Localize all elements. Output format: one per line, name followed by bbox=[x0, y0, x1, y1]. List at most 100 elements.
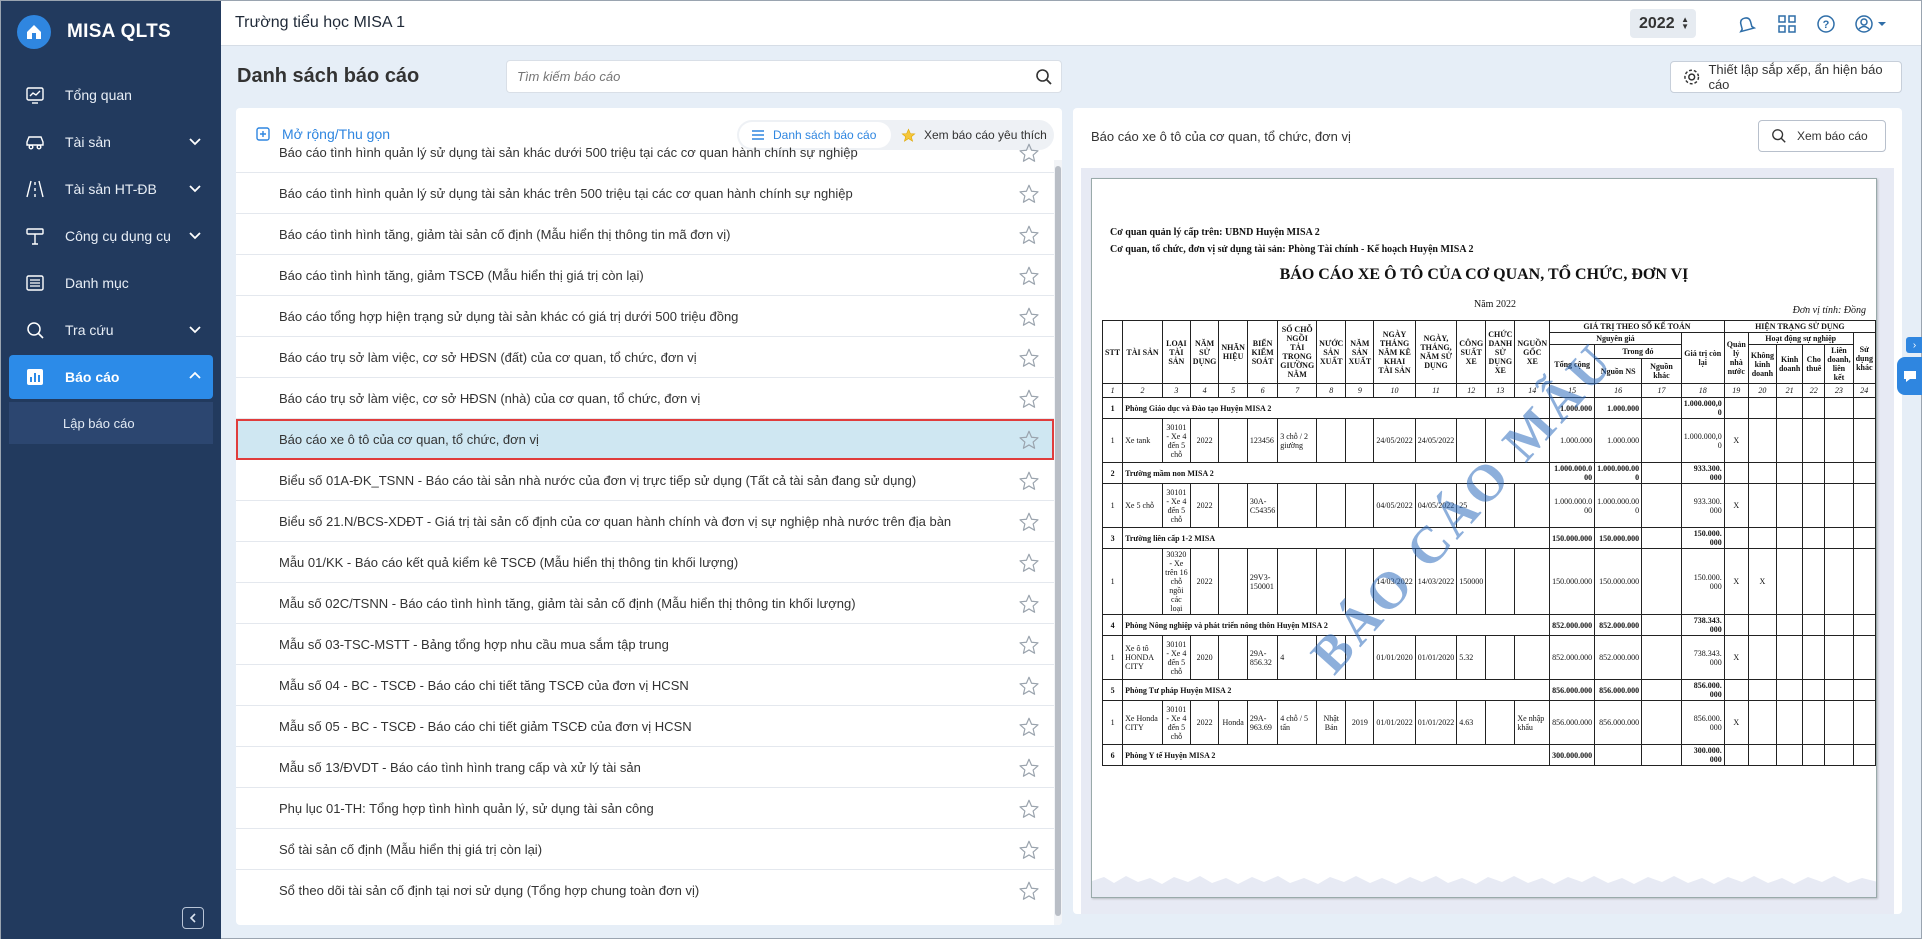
year-selector[interactable]: 2022 ▲ ▼ bbox=[1630, 9, 1696, 38]
sidebar-item-1[interactable]: Tài sản bbox=[9, 120, 213, 164]
side-expand-arrow-icon[interactable]: › bbox=[1906, 337, 1922, 353]
cell-gtcl: 933.300. 000 bbox=[1680, 483, 1725, 528]
col-ngay-sd: NGÀY, THÁNG, NĂM SỬ DỤNG bbox=[1414, 320, 1458, 384]
sidebar-subitem-lap-bao-cao[interactable]: Lập báo cáo bbox=[9, 402, 213, 444]
user-account-icon[interactable] bbox=[1854, 13, 1890, 35]
report-list-item[interactable]: Mẫu số 03-TSC-MSTT - Bảng tổng hợp nhu c… bbox=[236, 624, 1054, 665]
favorite-star-icon[interactable] bbox=[1018, 142, 1040, 167]
search-box[interactable] bbox=[506, 60, 1062, 93]
report-list-item[interactable]: Mẫu số 13/ĐVDT - Báo cáo tình hình trang… bbox=[236, 747, 1054, 788]
favorite-star-icon[interactable] bbox=[1018, 265, 1040, 290]
report-list-item[interactable]: Báo cáo trụ sở làm việc, cơ sở HĐSN (đất… bbox=[236, 337, 1054, 378]
report-list-item[interactable]: Mẫu số 02C/TSNN - Báo cáo tình hình tăng… bbox=[236, 583, 1054, 624]
report-list-item[interactable]: Báo cáo trụ sở làm việc, cơ sở HĐSN (nhà… bbox=[236, 378, 1054, 419]
school-name[interactable]: Trường tiểu học MISA 1 bbox=[235, 14, 405, 32]
cell-no: 1 bbox=[1101, 548, 1124, 615]
report-year: Năm 2022 bbox=[1474, 299, 1516, 310]
report-list-item[interactable]: Mẫu số 04 - BC - TSCĐ - Báo cáo chi tiết… bbox=[236, 665, 1054, 706]
col-loai: LOẠI TÀI SẢN bbox=[1161, 320, 1191, 384]
group-name: Phòng Giáo dục và Đào tạo Huyện MISA 2 bbox=[1122, 397, 1551, 419]
report-list-item[interactable]: Mẫu 01/KK - Báo cáo kết quả kiểm kê TSCĐ… bbox=[236, 542, 1054, 583]
group-name: Phòng Y tế Huyện MISA 2 bbox=[1122, 744, 1551, 766]
assistant-chat-icon[interactable] bbox=[1897, 357, 1922, 395]
favorite-star-icon[interactable] bbox=[1018, 306, 1040, 331]
favorite-star-icon[interactable] bbox=[1018, 716, 1040, 741]
report-list-item[interactable]: Báo cáo xe ô tô của cơ quan, tổ chức, đơ… bbox=[236, 419, 1054, 460]
report-list-item[interactable]: Báo cáo tình hình quản lý sử dụng tài sả… bbox=[236, 132, 1054, 173]
table-cell bbox=[1802, 483, 1826, 528]
group-other bbox=[1641, 462, 1682, 484]
report-list-item[interactable]: Sổ theo dõi tài sản cố định tại nơi sử d… bbox=[236, 870, 1054, 902]
sidebar-item-3[interactable]: Công cụ dụng cụ bbox=[9, 214, 213, 258]
favorite-star-icon[interactable] bbox=[1018, 347, 1040, 372]
report-list-item[interactable]: Báo cáo tổng hợp hiện trạng sử dụng tài … bbox=[236, 296, 1054, 337]
chevron-down-icon[interactable] bbox=[189, 181, 201, 197]
favorite-star-icon[interactable] bbox=[1018, 224, 1040, 249]
sidebar-item-4[interactable]: Danh mục bbox=[9, 261, 213, 305]
favorite-star-icon[interactable] bbox=[1018, 757, 1040, 782]
search-icon bbox=[23, 318, 47, 342]
report-list-scrollbar[interactable] bbox=[1054, 160, 1062, 925]
favorite-star-icon[interactable] bbox=[1018, 798, 1040, 823]
search-input[interactable] bbox=[507, 61, 1007, 92]
cell-gtcl: 1.000.000,0 0 bbox=[1680, 418, 1725, 463]
cell-name: Xe ô tô HONDA CITY bbox=[1122, 635, 1163, 680]
cell-power: 150000 bbox=[1456, 548, 1487, 615]
favorite-star-icon[interactable] bbox=[1018, 675, 1040, 700]
collapse-sidebar-button[interactable] bbox=[182, 907, 204, 929]
report-list-item[interactable]: Biểu số 21.N/BCS-XDĐT - Giá trị tài sản … bbox=[236, 501, 1054, 542]
cell-origin bbox=[1514, 483, 1551, 528]
col-nam-sd: NĂM SỬ DỤNG bbox=[1189, 320, 1220, 384]
app-grid-icon[interactable] bbox=[1776, 13, 1798, 35]
col-nhan-hieu: NHÃN HIỆU bbox=[1218, 320, 1248, 384]
report-list-item[interactable]: Báo cáo tình hình tăng, giảm TSCĐ (Mẫu h… bbox=[236, 255, 1054, 296]
favorite-star-icon[interactable] bbox=[1018, 429, 1040, 454]
favorite-star-icon[interactable] bbox=[1018, 511, 1040, 536]
favorite-star-icon[interactable] bbox=[1018, 880, 1040, 902]
report-name: Báo cáo xe ô tô của cơ quan, tổ chức, đơ… bbox=[279, 431, 539, 447]
favorite-star-icon[interactable] bbox=[1018, 183, 1040, 208]
cell-country: Nhật Bản bbox=[1316, 700, 1347, 745]
report-list-item[interactable]: Báo cáo tình hình tăng, giảm tài sản cố … bbox=[236, 214, 1054, 255]
sidebar-item-6[interactable]: Báo cáo bbox=[9, 355, 213, 399]
help-icon[interactable]: ? bbox=[1815, 13, 1837, 35]
chevron-down-icon[interactable] bbox=[189, 228, 201, 244]
group-total: 1.000.000.0 00 bbox=[1549, 462, 1596, 484]
report-list-item[interactable]: Biểu số 01A-ĐK_TSNN - Báo cáo tài sản nh… bbox=[236, 460, 1054, 501]
report-name: Biểu số 01A-ĐK_TSNN - Báo cáo tài sản nh… bbox=[279, 472, 917, 488]
notification-bell-icon[interactable] bbox=[1735, 13, 1757, 35]
sidebar-item-2[interactable]: Tài sản HT-ĐB bbox=[9, 167, 213, 211]
tools-icon bbox=[23, 224, 47, 248]
cell-other bbox=[1641, 700, 1682, 745]
favorite-star-icon[interactable] bbox=[1018, 593, 1040, 618]
search-icon[interactable] bbox=[1035, 68, 1053, 86]
favorite-star-icon[interactable] bbox=[1018, 839, 1040, 864]
report-name: Mẫu số 04 - BC - TSCĐ - Báo cáo chi tiết… bbox=[279, 677, 689, 693]
report-list-item[interactable]: Sổ tài sản cố định (Mẫu hiển thị giá trị… bbox=[236, 829, 1054, 870]
sidebar-item-5[interactable]: Tra cứu bbox=[9, 308, 213, 352]
report-list-item[interactable]: Báo cáo tình hình quản lý sử dụng tài sả… bbox=[236, 173, 1054, 214]
report-preview-area: Cơ quan quản lý cấp trên: UBND Huyện MIS… bbox=[1081, 168, 1894, 914]
brand[interactable]: MISA QLTS bbox=[1, 1, 221, 63]
chevron-down-icon[interactable] bbox=[189, 134, 201, 150]
sidebar-item-0[interactable]: Tổng quan bbox=[9, 73, 213, 117]
table-cell bbox=[1723, 462, 1749, 484]
favorite-star-icon[interactable] bbox=[1018, 552, 1040, 577]
chevron-up-icon[interactable] bbox=[189, 369, 201, 385]
favorite-star-icon[interactable] bbox=[1018, 634, 1040, 659]
report-settings-button[interactable]: Thiết lập sắp xếp, ẩn hiện báo cáo bbox=[1670, 61, 1902, 93]
road-icon bbox=[23, 177, 47, 201]
group-row: 5 Phòng Tư pháp Huyện MISA 2 856.000.000 85… bbox=[1101, 679, 1876, 701]
cell-total: 856.000.000 bbox=[1549, 700, 1596, 745]
scrollbar-thumb[interactable] bbox=[1055, 166, 1061, 916]
table-cell bbox=[1824, 548, 1854, 615]
dashboard-icon bbox=[23, 83, 47, 107]
favorite-star-icon[interactable] bbox=[1018, 470, 1040, 495]
favorite-star-icon[interactable] bbox=[1018, 388, 1040, 413]
view-report-button[interactable]: Xem báo cáo bbox=[1758, 120, 1886, 152]
report-list-item[interactable]: Mẫu số 05 - BC - TSCĐ - Báo cáo chi tiết… bbox=[236, 706, 1054, 747]
chevron-down-icon[interactable] bbox=[189, 322, 201, 338]
cell-declared: 04/05/2022 bbox=[1373, 483, 1416, 528]
column-number: 19 bbox=[1723, 383, 1749, 398]
report-list-item[interactable]: Phụ lục 01-TH: Tổng hợp tình hình quản l… bbox=[236, 788, 1054, 829]
